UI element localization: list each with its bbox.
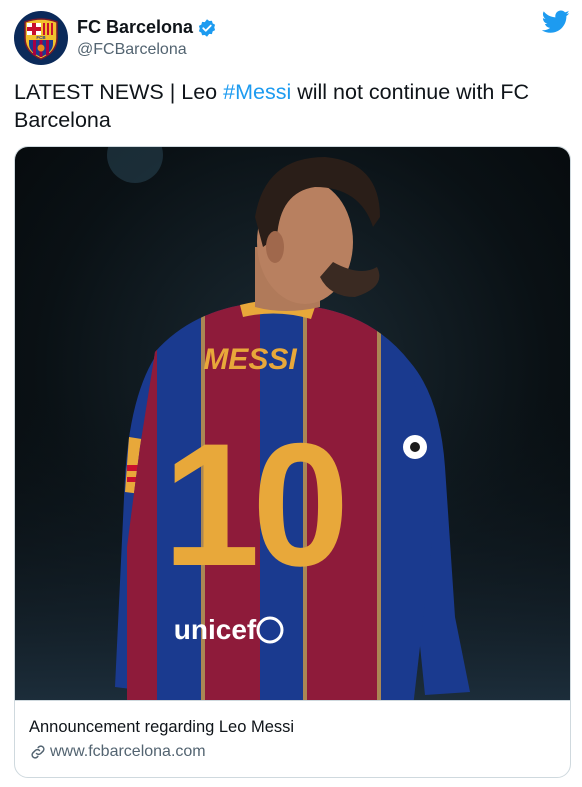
fc-barcelona-crest-icon: FCB	[24, 18, 58, 60]
card-domain-row: www.fcbarcelona.com	[29, 743, 206, 761]
account-handle[interactable]: @FCBarcelona	[77, 41, 217, 59]
card-domain[interactable]: www.fcbarcelona.com	[50, 743, 206, 761]
name-row: FC Barcelona	[77, 17, 217, 38]
tweet-text-start: LATEST NEWS | Leo	[14, 80, 224, 104]
link-icon	[29, 743, 47, 761]
tweet: FCB FC Barcelona @FCBarcelona LATEST NEW…	[0, 0, 582, 787]
card-footer[interactable]: Announcement regarding Leo Messi www.fcb…	[15, 700, 570, 777]
twitter-bird-icon[interactable]	[541, 10, 570, 34]
jersey-number: 10	[163, 408, 343, 603]
tweet-text: LATEST NEWS | Leo #Messi will not contin…	[14, 78, 569, 134]
display-name[interactable]: FC Barcelona	[77, 17, 193, 38]
card-image[interactable]: MESSI 10 unicef	[15, 147, 570, 700]
hashtag-link[interactable]: #Messi	[223, 80, 291, 104]
card-title[interactable]: Announcement regarding Leo Messi	[29, 718, 294, 737]
account-names: FC Barcelona @FCBarcelona	[77, 17, 217, 59]
jersey-name: MESSI	[203, 343, 297, 376]
avatar[interactable]: FCB	[14, 11, 68, 65]
crest-text: FCB	[36, 35, 46, 40]
link-card[interactable]: MESSI 10 unicef Announcement regarding L…	[14, 146, 571, 778]
tweet-header: FCB FC Barcelona @FCBarcelona	[14, 10, 570, 66]
jersey-sponsor: unicef	[174, 614, 257, 645]
verified-badge-icon	[197, 18, 217, 38]
